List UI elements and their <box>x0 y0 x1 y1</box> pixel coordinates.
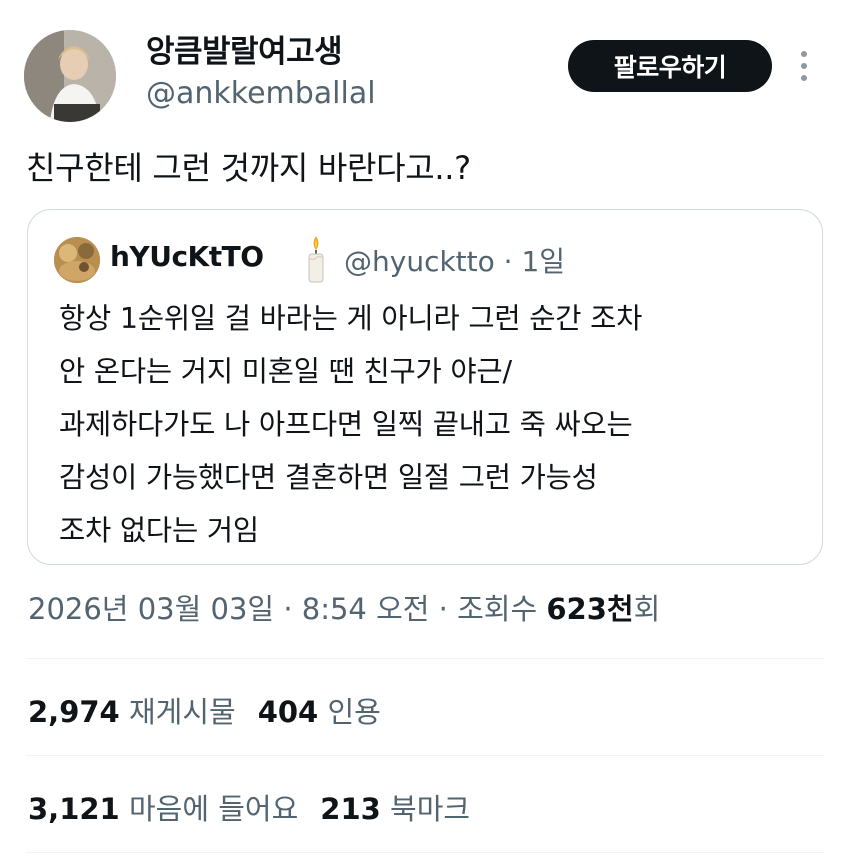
divider <box>26 658 824 659</box>
likes-stat[interactable]: 3,121 마음에 들어요 <box>28 792 298 826</box>
quoted-text-line: 조차 없다는 거임 <box>59 514 259 547</box>
author-display-name[interactable]: 앙큼발랄여고생 <box>146 26 343 71</box>
bookmarks-count: 213 <box>320 792 381 826</box>
retweets-count: 2,974 <box>28 695 120 729</box>
stats-row-reposts: 2,974 재게시물 404 인용 <box>28 689 381 731</box>
quoted-text-line: 과제하다가도 나 아프다면 일찍 끝내고 죽 싸오는 <box>59 408 633 441</box>
quoted-author-meta[interactable]: @hyucktto · 1일 <box>344 240 565 280</box>
quoted-tweet-time[interactable]: · 1일 <box>504 245 565 278</box>
author-handle[interactable]: @ankkemballal <box>146 76 376 111</box>
follow-button[interactable]: 팔로우하기 <box>568 40 772 92</box>
candle-icon <box>304 234 328 284</box>
views-suffix: 회 <box>633 592 661 626</box>
retweets-label: 재게시물 <box>128 695 236 729</box>
quoted-author-avatar[interactable] <box>54 237 100 283</box>
quotes-stat[interactable]: 404 인용 <box>258 695 381 729</box>
quotes-count: 404 <box>257 695 319 729</box>
quotes-label: 인용 <box>327 695 381 729</box>
bookmarks-label: 북마크 <box>390 792 471 826</box>
more-options-icon[interactable] <box>797 48 811 84</box>
bookmarks-stat[interactable]: 213 북마크 <box>320 792 470 826</box>
tweet-time: · 8:54 오전 · <box>283 592 448 626</box>
divider <box>26 755 824 756</box>
divider <box>26 852 824 853</box>
author-avatar[interactable] <box>24 30 116 122</box>
likes-label: 마음에 들어요 <box>128 792 299 826</box>
views-label: 조회수 <box>457 592 538 626</box>
tweet-date[interactable]: 2026년 03월 03일 <box>28 592 274 626</box>
tweet-text: 친구한테 그런 것까지 바란다고..? <box>26 149 471 187</box>
quoted-text-line: 항상 1순위일 걸 바라는 게 아니라 그런 순간 조차 <box>59 302 643 335</box>
stats-row-likes: 3,121 마음에 들어요 213 북마크 <box>28 786 470 828</box>
views-count: 623천 <box>546 592 634 626</box>
quoted-author-display-name[interactable]: hYUcKtTO <box>110 240 264 273</box>
quoted-tweet-text: 항상 1순위일 걸 바라는 게 아니라 그런 순간 조차 안 온다는 거지 미혼… <box>59 292 819 557</box>
quoted-text-line: 감성이 가능했다면 결혼하면 일절 그런 가능성 <box>59 461 598 494</box>
quoted-text-line: 안 온다는 거지 미혼일 땐 친구가 야근/ <box>59 355 512 388</box>
likes-count: 3,121 <box>28 792 120 826</box>
quoted-tweet-card[interactable]: hYUcKtTO @hyucktto · 1일 항상 1순위일 걸 바라는 게 … <box>27 209 823 565</box>
tweet-meta: 2026년 03월 03일 · 8:54 오전 · 조회수 623천회 <box>28 586 660 628</box>
quoted-author-handle[interactable]: @hyucktto <box>344 245 495 278</box>
retweets-stat[interactable]: 2,974 재게시물 <box>28 695 236 729</box>
